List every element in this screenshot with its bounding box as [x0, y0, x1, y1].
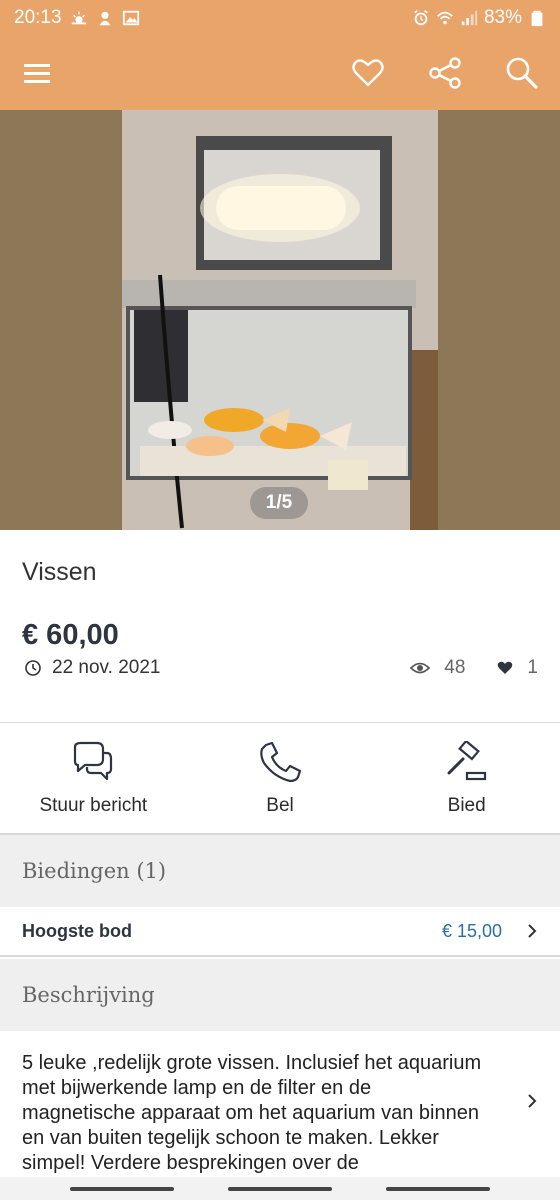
- heart-small-icon: [498, 661, 513, 674]
- aquarium-image: [0, 110, 560, 530]
- description-body[interactable]: 5 leuke ,redelijk grote vissen. Inclusie…: [0, 1031, 560, 1177]
- signal-icon: [461, 10, 478, 26]
- app-bar: [0, 36, 560, 110]
- listing-date-row: 22 nov. 2021: [24, 657, 160, 679]
- description-text: 5 leuke ,redelijk grote vissen. Inclusie…: [22, 1052, 482, 1174]
- nav-recent-button[interactable]: [70, 1187, 174, 1191]
- highest-bid-label: Hoogste bod: [22, 920, 132, 941]
- highest-bid-value: € 15,00: [441, 920, 502, 941]
- system-nav-bar: [0, 1177, 560, 1200]
- battery-icon: [531, 10, 543, 27]
- gavel-icon: [447, 741, 486, 781]
- bid-button-label: Bied: [447, 795, 486, 816]
- share-icon[interactable]: [426, 54, 464, 92]
- clock-icon: [25, 660, 41, 676]
- weather-icon: [71, 11, 86, 25]
- description-section-header: Beschrijving: [0, 959, 560, 1031]
- eye-icon: [410, 662, 431, 674]
- chevron-right-icon: [528, 924, 537, 938]
- photo-counter: 1/5: [250, 487, 308, 519]
- listing-title: Vissen: [22, 558, 97, 586]
- call-button[interactable]: Bel: [187, 723, 374, 833]
- chat-bubbles-icon: [74, 741, 113, 781]
- nav-back-button[interactable]: [386, 1187, 490, 1191]
- product-photo[interactable]: 1/5: [0, 110, 560, 530]
- bids-section-header: Biedingen (1): [0, 835, 560, 907]
- message-button-label: Stuur bericht: [39, 795, 148, 816]
- chevron-right-icon: [528, 1094, 537, 1108]
- notification-icon: [99, 11, 110, 26]
- listing-stats: 48 1: [410, 657, 538, 679]
- call-button-label: Bel: [266, 795, 294, 816]
- alarm-icon: [414, 10, 428, 26]
- listing-price: € 60,00: [22, 619, 119, 651]
- gallery-icon: [122, 10, 139, 26]
- highest-bid-row[interactable]: Hoogste bod € 15,00: [0, 907, 560, 957]
- listing-date: 22 nov. 2021: [52, 657, 161, 678]
- heart-icon[interactable]: [349, 54, 387, 92]
- search-icon[interactable]: [503, 54, 541, 92]
- wifi-icon: [437, 11, 453, 25]
- battery-percentage: 83%: [483, 7, 522, 28]
- clock: 20:13: [14, 7, 62, 28]
- menu-icon[interactable]: [22, 58, 54, 88]
- action-bar: Stuur bericht Bel Bied: [0, 723, 560, 833]
- message-button[interactable]: Stuur bericht: [0, 723, 187, 833]
- phone-icon: [260, 741, 302, 783]
- status-bar: 20:13 83%: [0, 0, 560, 36]
- bid-button[interactable]: Bied: [373, 723, 560, 833]
- like-count: 1: [527, 657, 538, 678]
- nav-home-button[interactable]: [228, 1187, 332, 1191]
- view-count: 48: [444, 657, 466, 678]
